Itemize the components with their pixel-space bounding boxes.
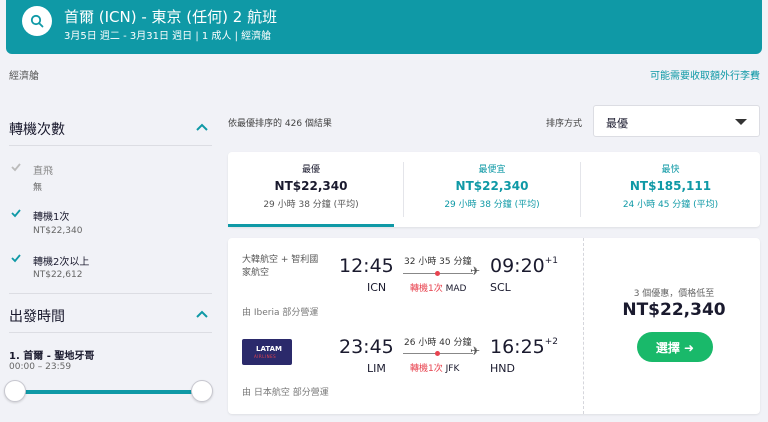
plane-icon: ✈	[470, 264, 481, 278]
departure-range-label: 00:00 – 23:59	[9, 362, 72, 372]
slider-end-handle[interactable]	[191, 380, 213, 402]
sort-dropdown[interactable]: 最優	[593, 105, 760, 137]
divider	[9, 145, 212, 146]
result-price: NT$22,340	[622, 300, 726, 320]
two-plus-stops-label: 轉機2次以上	[33, 257, 90, 268]
slider-start-handle[interactable]	[4, 380, 26, 402]
caret-down-icon	[735, 119, 747, 125]
tab-duration: 24 小時 45 分鐘 (平均)	[622, 200, 719, 210]
stops-info: 轉機1次 MAD	[410, 284, 467, 294]
latam-logo: LATAM AIRLINES	[242, 339, 292, 365]
one-stop-label: 轉機1次	[33, 212, 70, 223]
divider	[583, 238, 584, 414]
tab-price: NT$22,340	[455, 179, 529, 193]
check-icon	[11, 163, 21, 172]
stops-info: 轉機1次 JFK	[410, 364, 460, 374]
flight-duration: 26 小時 40 分鐘	[404, 338, 472, 348]
departure-time-slider[interactable]	[9, 390, 204, 394]
tab-title: 最優	[301, 165, 320, 175]
deals-count-note: 3 個優惠，價格低至	[633, 289, 715, 299]
result-count-text: 依最優排序的 426 個結果	[228, 119, 332, 129]
operated-by-note: 由 Iberia 部分營運	[242, 308, 319, 318]
logo-text: LATAM	[256, 345, 282, 353]
stops-filter-title[interactable]: 轉機次數	[9, 119, 65, 139]
tab-title: 最快	[661, 165, 680, 175]
check-icon	[11, 254, 21, 263]
departure-time-filter-title[interactable]: 出發時間	[9, 306, 65, 326]
active-tab-indicator	[228, 224, 394, 227]
arrival-airport: SCL	[490, 281, 511, 294]
search-button[interactable]	[22, 6, 52, 36]
tab-price: NT$22,340	[274, 179, 348, 193]
logo-subtext: AIRLINES	[254, 354, 277, 359]
search-details: 3月5日 週二 - 3月31日 週日 | 1 成人 | 經濟艙	[64, 31, 272, 42]
sort-label: 排序方式	[546, 119, 583, 129]
two-plus-stops-price: NT$22,612	[33, 270, 83, 280]
tab-duration: 29 小時 38 分鐘 (平均)	[444, 200, 540, 210]
select-button[interactable]: 選擇 ➜	[637, 332, 713, 362]
tab-best[interactable]: 最優 NT$22,340 29 小時 38 分鐘 (平均)	[228, 152, 394, 227]
arrival-time: 16:25+2	[490, 336, 559, 358]
chevron-up-icon[interactable]	[195, 309, 209, 319]
divider	[9, 293, 212, 294]
search-summary-header[interactable]: 首爾 (ICN) - 東京 (任何) 2 航班 3月5日 週二 - 3月31日 …	[6, 0, 762, 54]
departure-airport: LIM	[367, 362, 386, 375]
flight-result-card[interactable]: 大韓航空 + 智利國家航空 12:45 ICN 32 小時 35 分鐘 ✈ 轉機…	[228, 238, 760, 414]
operated-by-note: 由 日本航空 部分營運	[242, 388, 329, 398]
arrival-time: 09:20+1	[490, 255, 559, 277]
search-route-title: 首爾 (ICN) - 東京 (任何) 2 航班	[64, 8, 278, 26]
sort-value: 最優	[606, 117, 628, 130]
direct-price: 無	[33, 183, 43, 193]
plane-icon: ✈	[470, 344, 481, 358]
departure-airport: ICN	[367, 281, 387, 294]
direct-label: 直飛	[33, 166, 53, 177]
arrival-airport: HND	[490, 362, 515, 375]
divider	[9, 332, 212, 333]
direct-checkbox[interactable]	[9, 160, 23, 174]
two-plus-stops-checkbox[interactable]	[9, 251, 23, 265]
sort-tabs: 最優 NT$22,340 29 小時 38 分鐘 (平均) 最便宜 NT$22,…	[228, 152, 760, 227]
one-stop-checkbox[interactable]	[9, 206, 23, 220]
airline-name: 大韓航空 + 智利國家航空	[242, 255, 319, 278]
flight-duration: 32 小時 35 分鐘	[404, 257, 472, 267]
stop-dot	[435, 351, 440, 356]
departure-route-label: 1. 首爾 - 聖地牙哥	[9, 351, 95, 362]
one-stop-price: NT$22,340	[33, 226, 83, 236]
tab-duration: 29 小時 38 分鐘 (平均)	[263, 200, 359, 210]
tab-fastest[interactable]: 最快 NT$185,111 24 小時 45 分鐘 (平均)	[581, 152, 760, 227]
check-icon	[11, 209, 21, 218]
departure-time: 23:45	[339, 336, 394, 358]
cabin-class-note: 經濟艙	[9, 71, 39, 82]
search-icon	[30, 14, 44, 28]
tab-price: NT$185,111	[629, 179, 712, 193]
departure-time: 12:45	[339, 255, 394, 277]
tab-title: 最便宜	[478, 165, 506, 175]
chevron-up-icon[interactable]	[195, 122, 209, 132]
stop-dot	[435, 271, 440, 276]
tab-cheapest[interactable]: 最便宜 NT$22,340 29 小時 38 分鐘 (平均)	[404, 152, 580, 227]
baggage-fee-link[interactable]: 可能需要收取額外行李費	[650, 67, 760, 82]
